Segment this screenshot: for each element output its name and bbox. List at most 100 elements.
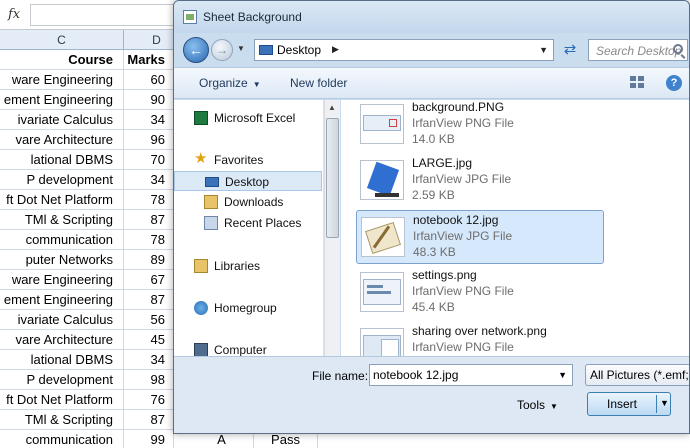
cell-course[interactable]: vare Architecture — [0, 330, 124, 350]
navigation-bar: ← → ▼ Desktop ▶ ▼ ⇄ Search Desktop — [174, 33, 689, 65]
file-type: IrfanView JPG File — [413, 229, 513, 243]
file-item[interactable]: LARGE.jpg IrfanView JPG File 2.59 KB — [356, 154, 604, 208]
file-name: background.PNG — [412, 100, 505, 114]
cell-course[interactable]: TMl & Scripting — [0, 410, 124, 430]
nav-item-libraries[interactable]: Libraries — [174, 256, 322, 276]
file-name-label: File name: — [312, 369, 369, 383]
cell-marks[interactable]: 90 — [124, 90, 174, 110]
organize-menu[interactable]: Organize ▼ — [199, 76, 261, 90]
cell-marks[interactable]: 34 — [124, 170, 174, 190]
nav-item-homegroup[interactable]: Homegroup — [174, 298, 322, 318]
forward-button[interactable]: → — [211, 39, 233, 61]
file-name-dropdown-icon[interactable]: ▼ — [558, 370, 567, 380]
address-bar[interactable]: Desktop ▶ ▼ — [254, 39, 554, 61]
cell-marks[interactable]: 67 — [124, 270, 174, 290]
cell-course[interactable]: communication — [0, 430, 124, 448]
cell-course[interactable]: ft Dot Net Platform — [0, 390, 124, 410]
file-item[interactable]: settings.png IrfanView PNG File 45.4 KB — [356, 266, 604, 320]
search-icon[interactable] — [673, 44, 683, 54]
file-thumbnail — [361, 217, 405, 257]
cell-course[interactable]: ement Engineering — [0, 90, 124, 110]
scroll-up-icon[interactable]: ▲ — [328, 103, 336, 112]
cell-marks[interactable]: 87 — [124, 290, 174, 310]
cell-marks[interactable]: 60 — [124, 70, 174, 90]
tools-label: Tools — [517, 398, 546, 412]
nav-item-label: Downloads — [224, 195, 284, 209]
computer-icon — [194, 343, 208, 357]
nav-item-microsoft-excel[interactable]: Microsoft Excel — [174, 108, 322, 128]
cell-marks[interactable]: 87 — [124, 210, 174, 230]
file-type: IrfanView PNG File — [412, 116, 514, 130]
cell-marks[interactable]: 45 — [124, 330, 174, 350]
help-icon[interactable]: ? — [666, 75, 682, 91]
navigation-scrollbar[interactable]: ▲ — [324, 100, 340, 356]
file-item[interactable]: notebook 12.jpg IrfanView JPG File 48.3 KB — [356, 210, 604, 264]
cell-course[interactable]: ivariate Calculus — [0, 110, 124, 130]
nav-item-downloads[interactable]: Downloads — [174, 192, 322, 212]
cell-marks[interactable]: 98 — [124, 370, 174, 390]
file-name-combo[interactable]: ▼ — [369, 364, 573, 386]
cell-course[interactable]: lational DBMS — [0, 350, 124, 370]
cell-marks[interactable]: 78 — [124, 230, 174, 250]
cell-course[interactable]: TMl & Scripting — [0, 210, 124, 230]
cell-marks[interactable]: 87 — [124, 410, 174, 430]
star-icon: ★ — [194, 150, 208, 167]
address-dropdown-icon[interactable]: ▼ — [539, 45, 548, 55]
nav-item-favorites[interactable]: ★ Favorites — [174, 150, 322, 170]
cell-marks[interactable]: 89 — [124, 250, 174, 270]
cell-course[interactable]: communication — [0, 230, 124, 250]
nav-item-desktop[interactable]: Desktop — [174, 171, 322, 191]
search-box[interactable]: Search Desktop — [588, 39, 688, 61]
cell-marks[interactable]: 70 — [124, 150, 174, 170]
cell-marks[interactable]: 99 — [124, 430, 174, 448]
cell-course[interactable]: P development — [0, 370, 124, 390]
nav-item-recent-places[interactable]: Recent Places — [174, 213, 322, 233]
change-view-icon[interactable] — [630, 76, 648, 90]
file-name: settings.png — [412, 268, 477, 282]
cell-course[interactable]: ft Dot Net Platform — [0, 190, 124, 210]
column-header-c[interactable]: C — [0, 30, 124, 50]
address-text[interactable]: Desktop — [277, 43, 321, 57]
cell-course[interactable]: lational DBMS — [0, 150, 124, 170]
cell-marks[interactable]: 34 — [124, 110, 174, 130]
dialog-footer: File name: ▼ All Pictures (*.emf;*.wmf;*… — [174, 356, 689, 433]
cell-marks-header[interactable]: Marks — [124, 50, 174, 70]
dialog-titlebar[interactable]: Sheet Background — [174, 1, 689, 33]
cell-course[interactable]: P development — [0, 170, 124, 190]
file-name: LARGE.jpg — [412, 156, 473, 170]
cell-marks[interactable]: 96 — [124, 130, 174, 150]
file-type-filter-label: All Pictures (*.emf;*.wmf;*.jpg) — [590, 368, 689, 382]
cell-course[interactable]: ement Engineering — [0, 290, 124, 310]
back-button[interactable]: ← — [183, 37, 209, 63]
recent-pages-dropdown[interactable]: ▼ — [237, 44, 245, 53]
chevron-down-icon: ▼ — [550, 402, 558, 411]
cell-marks[interactable]: 76 — [124, 390, 174, 410]
new-folder-button[interactable]: New folder — [290, 76, 347, 90]
cell-course-header[interactable]: Course — [0, 50, 124, 70]
file-list: background.PNG IrfanView PNG File 14.0 KB L… — [341, 98, 689, 368]
nav-item-label: Microsoft Excel — [214, 111, 296, 125]
insert-button[interactable]: Insert ▼ — [587, 392, 671, 416]
insert-dropdown-icon[interactable]: ▼ — [660, 398, 669, 408]
file-name-input[interactable] — [373, 367, 553, 383]
cell-marks[interactable]: 78 — [124, 190, 174, 210]
cell-course[interactable]: puter Networks — [0, 250, 124, 270]
scrollbar-thumb[interactable] — [326, 118, 339, 238]
file-type-filter[interactable]: All Pictures (*.emf;*.wmf;*.jpg) — [585, 364, 689, 386]
cell-course[interactable]: ware Engineering — [0, 70, 124, 90]
refresh-icon[interactable]: ⇄ — [558, 39, 582, 61]
search-input[interactable]: Search Desktop — [596, 44, 681, 58]
cell-marks[interactable]: 34 — [124, 350, 174, 370]
nav-item-label: Recent Places — [224, 216, 302, 230]
cell-course[interactable]: vare Architecture — [0, 130, 124, 150]
file-name: sharing over network.png — [412, 324, 547, 338]
file-type: IrfanView PNG File — [412, 284, 514, 298]
file-item[interactable]: background.PNG IrfanView PNG File 14.0 KB — [356, 98, 604, 152]
tools-menu[interactable]: Tools ▼ — [517, 398, 558, 412]
chevron-right-icon[interactable]: ▶ — [332, 44, 339, 55]
cell-marks[interactable]: 56 — [124, 310, 174, 330]
cell-course[interactable]: ware Engineering — [0, 270, 124, 290]
fx-icon[interactable]: fx — [8, 7, 20, 22]
cell-course[interactable]: ivariate Calculus — [0, 310, 124, 330]
picture-icon — [183, 10, 197, 24]
